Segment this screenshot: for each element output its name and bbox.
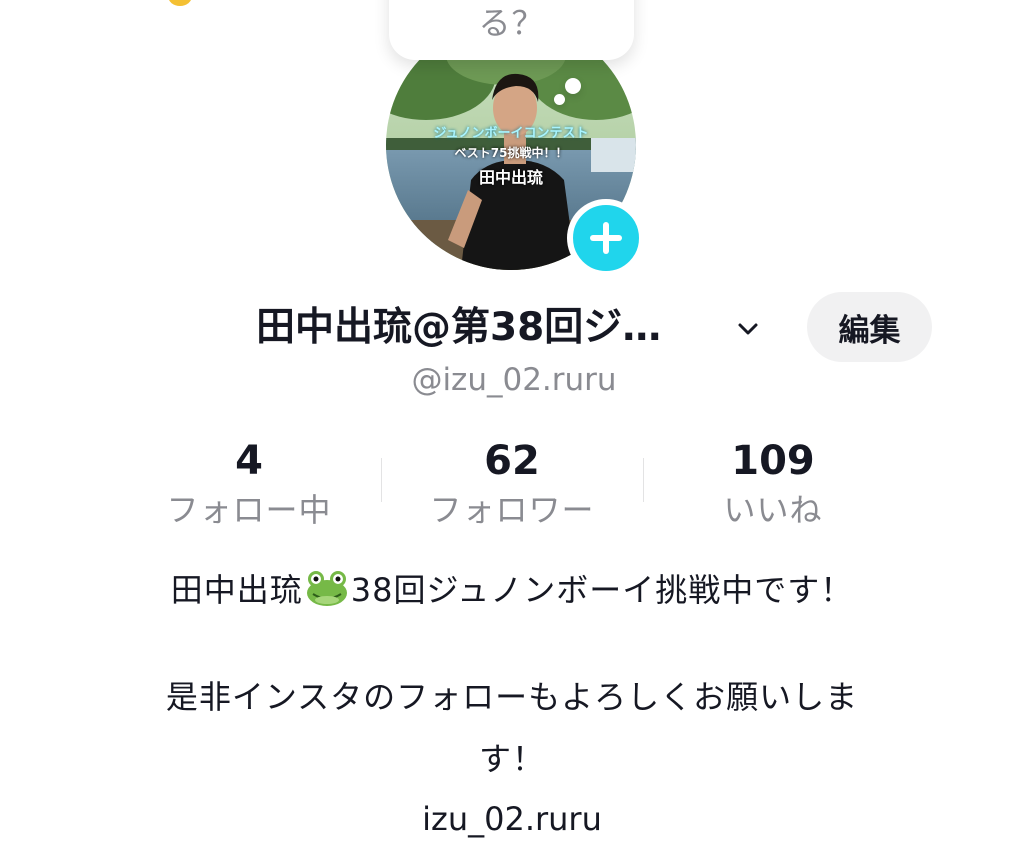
avatar-overlay-subtitle: ベスト75挑戦中！！ [454, 146, 568, 160]
bio-text: 38回ジュノンボーイ挑戦中です！ [350, 571, 854, 609]
bio-link[interactable]: izu_02.ruru [0, 800, 1024, 838]
bio-line-3: す！ [478, 740, 545, 778]
chevron-down-icon[interactable] [733, 314, 763, 344]
stat-divider [381, 458, 382, 502]
likes-label: いいね [723, 491, 823, 529]
display-name[interactable]: 田中出琉@第38回ジ… [256, 298, 661, 358]
avatar-overlay-title: ジュノンボーイコンテスト [433, 126, 589, 141]
following-label: フォロー中 [166, 491, 332, 529]
add-avatar-button[interactable] [567, 199, 645, 277]
bio-name: 田中出琉 [170, 571, 303, 609]
followers-count: 62 [484, 438, 540, 484]
following-count: 4 [235, 438, 263, 484]
speech-bubble-text: る？ [478, 4, 545, 42]
stat-divider [643, 458, 644, 502]
bio-line-1: 田中出琉 38回ジュノンボーイ挑戦中です！ [0, 565, 1024, 611]
plus-icon [590, 222, 622, 254]
followers-label: フォロワー [429, 491, 595, 529]
frog-icon [306, 571, 347, 606]
speech-bubble-tail-small [554, 94, 565, 105]
stat-likes[interactable]: 109 いいね [653, 436, 893, 534]
speech-bubble[interactable]: る？ [389, 0, 634, 60]
edit-profile-button[interactable]: 編集 [807, 292, 932, 362]
likes-count: 109 [731, 438, 815, 484]
stat-following[interactable]: 4 フォロー中 [129, 436, 369, 534]
speech-bubble-tail [565, 78, 581, 94]
bio-line-2: 是非インスタのフォローもよろしくお願いしま [165, 678, 859, 716]
emoji-partial-icon [168, 0, 192, 6]
avatar-overlay-name: 田中出琉 [478, 168, 543, 187]
stat-followers[interactable]: 62 フォロワー [392, 436, 632, 534]
username: @izu_02.ruru [411, 362, 617, 398]
